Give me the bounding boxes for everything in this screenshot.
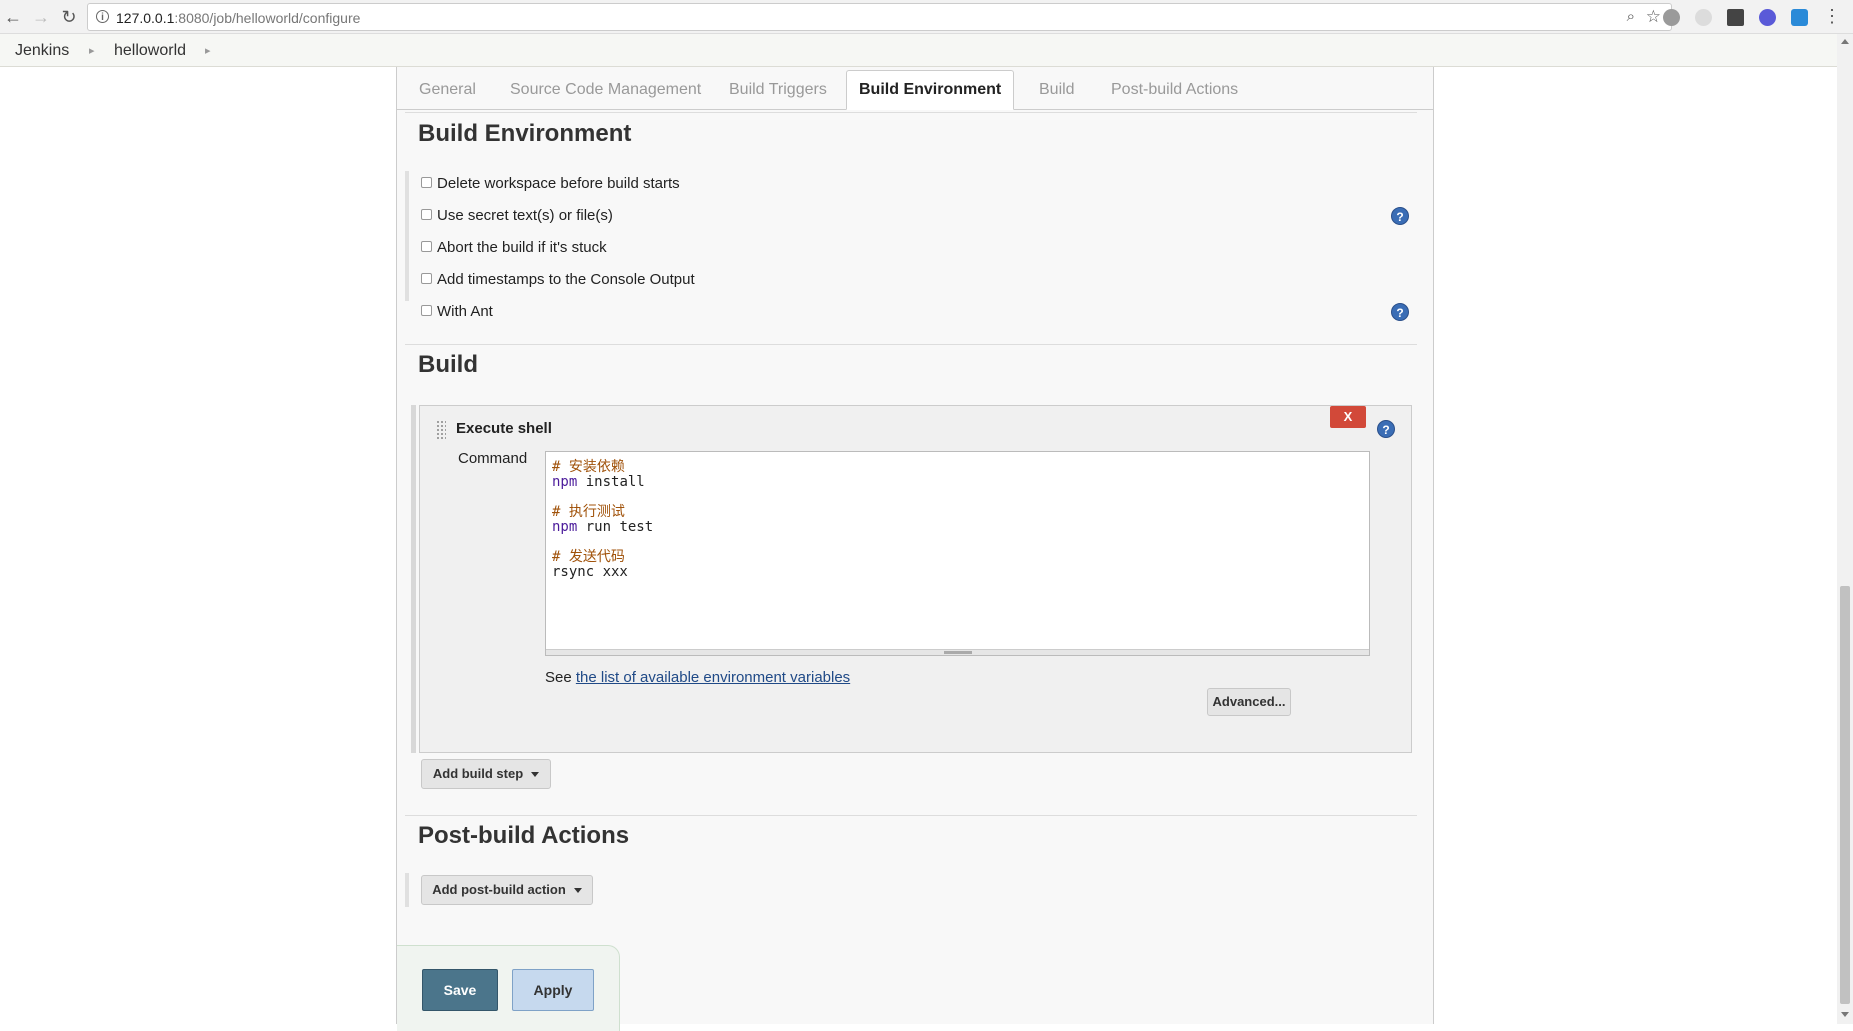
reload-icon[interactable]: ↻ [58, 6, 80, 28]
tab-source-code-management[interactable]: Source Code Management [498, 69, 713, 109]
tab-build-environment[interactable]: Build Environment [846, 70, 1015, 110]
textarea-resize-handle[interactable] [546, 649, 1369, 655]
scroll-thumb[interactable] [1840, 586, 1850, 1004]
step-title: Execute shell [456, 420, 552, 437]
scroll-up-icon[interactable] [1841, 39, 1849, 44]
code-line: # 执行测试 [552, 504, 625, 520]
scroll-down-icon[interactable] [1841, 1012, 1849, 1017]
apply-button[interactable]: Apply [512, 969, 594, 1011]
job-config-panel: General Source Code Management Build Tri… [396, 67, 1434, 1031]
bottom-sticker: Save Apply [397, 945, 620, 1031]
divider [405, 815, 1417, 816]
caret-down-icon [531, 772, 540, 778]
option-label: Delete workspace before build starts [437, 175, 680, 192]
section-title-post-build: Post-build Actions [418, 822, 630, 849]
option-label: Add timestamps to the Console Output [437, 271, 695, 288]
chevron-right-icon[interactable]: ▸ [205, 44, 211, 57]
breadcrumb-helloworld[interactable]: helloworld [114, 42, 186, 60]
section-rail [405, 873, 409, 907]
zoom-icon[interactable]: ⌕ [1627, 8, 1635, 25]
extension-icon[interactable] [1663, 9, 1680, 26]
advanced-button[interactable]: Advanced... [1207, 688, 1291, 716]
section-title-build-environment: Build Environment [418, 120, 632, 147]
section-title-build: Build [418, 351, 478, 378]
tab-build-triggers[interactable]: Build Triggers [717, 69, 839, 109]
extension-icon[interactable] [1791, 9, 1808, 26]
forward-icon[interactable]: → [30, 6, 52, 28]
code-keyword: npm [552, 519, 578, 535]
site-info-icon[interactable]: i [96, 10, 109, 23]
option-label: With Ant [437, 303, 493, 320]
extension-icon[interactable] [1695, 9, 1712, 26]
delete-step-button[interactable]: X [1330, 406, 1366, 428]
resize-grip[interactable] [944, 651, 972, 654]
chevron-right-icon[interactable]: ▸ [89, 44, 95, 57]
breadcrumb-jenkins[interactable]: Jenkins [15, 42, 69, 60]
code-line: # 发送代码 [552, 549, 625, 565]
code-text: install [577, 474, 645, 490]
code-keyword: npm [552, 474, 578, 490]
breadcrumb: Jenkins ▸ helloworld ▸ [0, 34, 1853, 67]
url-host: 127.0.0.1 [116, 10, 175, 26]
code-line: rsync xxx [552, 564, 628, 580]
tab-general[interactable]: General [407, 69, 488, 109]
extension-icon[interactable] [1759, 9, 1776, 26]
env-vars-link[interactable]: the list of available environment variab… [576, 669, 850, 686]
button-label: Add build step [432, 766, 524, 781]
see-prefix: See [545, 669, 576, 686]
tab-post-build-actions[interactable]: Post-build Actions [1099, 69, 1250, 109]
code-line: # 安装依赖 [552, 459, 625, 475]
checkbox[interactable] [421, 241, 432, 252]
browser-toolbar: ← → ↻ i 127.0.0.1:8080/job/helloworld/co… [0, 0, 1853, 34]
code-text: run test [577, 519, 654, 535]
divider [405, 112, 1417, 113]
button-label: Add post-build action [432, 882, 566, 897]
bookmark-star-icon[interactable]: ☆ [1646, 7, 1661, 27]
checkbox[interactable] [421, 209, 432, 220]
tab-build[interactable]: Build [1027, 69, 1087, 109]
help-icon[interactable]: ? [1391, 207, 1409, 225]
env-vars-hint: See the list of available environment va… [545, 669, 850, 686]
add-post-build-action-button[interactable]: Add post-build action [421, 875, 593, 905]
command-textarea[interactable]: # 安装依赖 npm install # 执行测试 npm run test #… [545, 451, 1370, 656]
extension-icon[interactable] [1727, 9, 1744, 26]
section-rail [405, 171, 409, 301]
divider [405, 344, 1417, 345]
browser-menu-icon[interactable]: ⋮ [1823, 6, 1841, 27]
code-line: npm install [552, 475, 1363, 490]
command-label: Command [458, 450, 528, 467]
option-label: Use secret text(s) or file(s) [437, 207, 613, 224]
drag-handle-icon[interactable] [436, 420, 446, 440]
address-bar[interactable]: i 127.0.0.1:8080/job/helloworld/configur… [87, 3, 1672, 31]
checkbox[interactable] [421, 273, 432, 284]
section-rail [411, 405, 416, 753]
add-build-step-button[interactable]: Add build step [421, 759, 551, 789]
option-label: Abort the build if it's stuck [437, 239, 607, 256]
checkbox[interactable] [421, 305, 432, 316]
help-icon[interactable]: ? [1391, 303, 1409, 321]
page-scrollbar[interactable] [1837, 34, 1853, 1024]
back-icon[interactable]: ← [2, 6, 24, 28]
code-line: npm run test [552, 520, 1363, 535]
caret-down-icon [573, 888, 582, 894]
config-tabs: General Source Code Management Build Tri… [397, 67, 1433, 110]
save-button[interactable]: Save [422, 969, 498, 1011]
url-path: :8080/job/helloworld/configure [174, 10, 361, 26]
help-icon[interactable]: ? [1377, 420, 1395, 438]
url-text: 127.0.0.1:8080/job/helloworld/configure [116, 10, 360, 26]
checkbox[interactable] [421, 177, 432, 188]
execute-shell-step: Execute shell X Command # 安装依赖 npm insta… [419, 405, 1412, 753]
